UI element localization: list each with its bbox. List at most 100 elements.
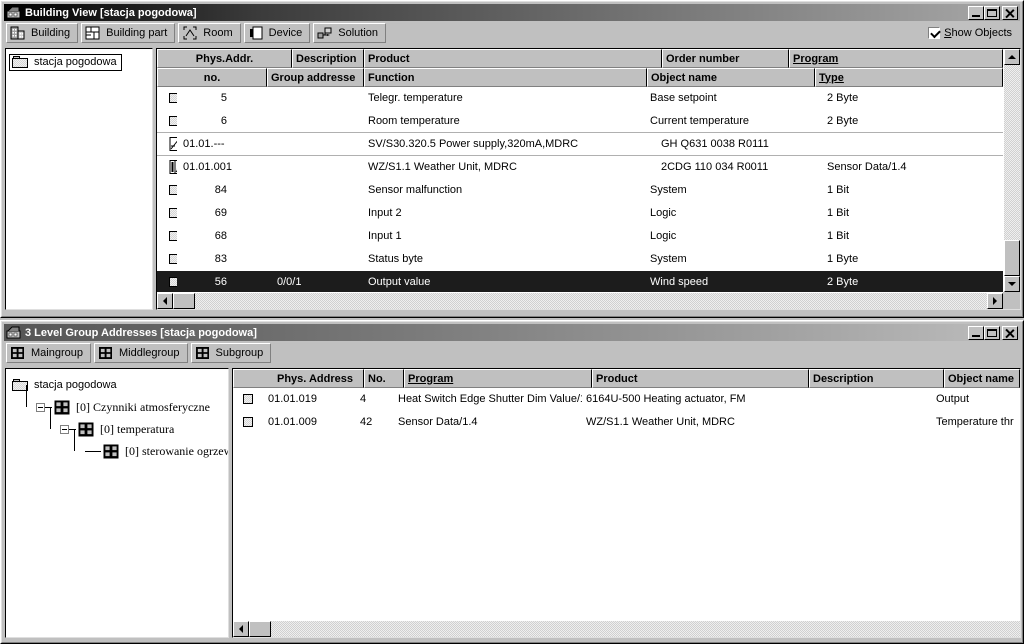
expander-icon[interactable] xyxy=(60,424,69,434)
minimize-button-2[interactable] xyxy=(968,325,984,340)
cell-group-address: 0/0/1 xyxy=(277,276,302,288)
window1-title-buttons[interactable] xyxy=(968,5,1018,20)
window1-tree-pane[interactable]: stacja pogodowa xyxy=(5,48,153,310)
header-no-2[interactable]: No. xyxy=(364,369,404,388)
subgroup-icon xyxy=(195,345,211,361)
cell-product: WZ/S1.1 Weather Unit, MDRC xyxy=(586,416,735,428)
building-view-icon xyxy=(6,6,22,20)
header-group-address[interactable]: Group addresse xyxy=(267,68,364,87)
toolbar-label-device: Device xyxy=(268,27,303,39)
window1-toolbar[interactable]: Building Building part Room Device Solut… xyxy=(4,21,1020,45)
building-view-window[interactable]: Building View [stacja pogodowa] Building… xyxy=(0,0,1024,318)
tree-item-root[interactable]: stacja pogodowa xyxy=(9,53,149,71)
header-type[interactable]: Type xyxy=(815,68,1003,87)
close-button[interactable] xyxy=(1002,5,1018,20)
cell-function: Input 1 xyxy=(368,230,402,242)
window1-titlebar[interactable]: Building View [stacja pogodowa] xyxy=(4,4,1020,21)
toolbar-button-building[interactable]: Building xyxy=(6,23,79,43)
cell-product: 6164U-500 Heating actuator, FM xyxy=(586,393,746,405)
window2-title-buttons[interactable] xyxy=(968,325,1018,340)
expander-icon[interactable] xyxy=(36,402,45,412)
header-program[interactable]: Program xyxy=(789,49,1003,68)
scroll-right-button[interactable] xyxy=(987,293,1003,309)
window2-toolbar[interactable]: Maingroup Middlegroup Subgroup xyxy=(4,341,1020,365)
window1-list-pane[interactable]: Phys.Addr. Description Product Order num… xyxy=(156,48,1021,310)
window2-horizontal-scrollbar[interactable] xyxy=(233,621,1020,637)
window1-horizontal-scrollbar[interactable] xyxy=(157,293,1003,309)
object-in-icon xyxy=(169,229,177,243)
window2-rows[interactable]: 01.01.019 4 Heat Switch Edge Shutter Dim V… xyxy=(233,388,1020,434)
close-button-2[interactable] xyxy=(1002,325,1018,340)
tree-item[interactable]: [0] temperatura xyxy=(8,418,226,440)
window1-vertical-scrollbar[interactable] xyxy=(1004,49,1020,292)
scroll-thumb-horizontal-2[interactable] xyxy=(249,621,271,637)
table-row[interactable]: 6 Room temperature Current temperature 2 By… xyxy=(157,110,1003,133)
tree-item[interactable]: stacja pogodowa xyxy=(8,374,226,396)
table-row[interactable]: 5 Telegr. temperature Base setpoint 2 Byte xyxy=(157,87,1003,110)
cell-group-address xyxy=(267,87,364,109)
header-program-2[interactable]: Program xyxy=(404,369,592,388)
header-order-number[interactable]: Order number xyxy=(662,49,789,68)
toolbar-button-room[interactable]: Room xyxy=(178,23,241,43)
toolbar-label-building-part: Building part xyxy=(106,27,168,39)
window2-tree-pane[interactable]: stacja pogodowa [0] Czynniki atmosferyczn… xyxy=(5,368,229,638)
toolbar-button-subgroup[interactable]: Subgroup xyxy=(190,343,272,363)
window2-list-pane[interactable]: Phys. Address No. Program Product Descri… xyxy=(232,368,1021,638)
header-product-2[interactable]: Product xyxy=(592,369,809,388)
table-row[interactable]: 69 Input 2 Logic 1 Bit xyxy=(157,202,1003,225)
toolbar-button-device[interactable]: Device xyxy=(243,23,311,43)
row-icon-cell: n xyxy=(157,156,177,178)
show-objects-control[interactable]: Show Objects xyxy=(928,27,1018,39)
maximize-button-2[interactable] xyxy=(984,325,1000,340)
tree-connector xyxy=(84,450,101,452)
table-row[interactable]: 83 Status byte System 1 Byte xyxy=(157,248,1003,271)
object-out-icon xyxy=(169,275,177,289)
scroll-thumb-horizontal[interactable] xyxy=(173,293,195,309)
header-phys-address-2[interactable]: Phys. Address xyxy=(233,369,364,388)
cell-object-name: 2CDG 110 034 R0011 xyxy=(661,161,769,173)
scroll-down-button[interactable] xyxy=(1004,276,1020,292)
toolbar-button-solution[interactable]: Solution xyxy=(313,23,387,43)
group-icon xyxy=(78,422,94,437)
table-row[interactable]: 56 0/0/1 Output value Wind speed 2 Byte xyxy=(157,271,1003,292)
group-addresses-window[interactable]: 3 Level Group Addresses [stacja pogodowa… xyxy=(0,320,1024,644)
table-row[interactable]: 01.01.019 4 Heat Switch Edge Shutter Dim V… xyxy=(233,388,1020,411)
toolbar-button-maingroup[interactable]: Maingroup xyxy=(6,343,91,363)
show-objects-label: Show Objects xyxy=(944,27,1012,39)
table-row[interactable]: 68 Input 1 Logic 1 Bit xyxy=(157,225,1003,248)
window1-rows[interactable]: 5 Telegr. temperature Base setpoint 2 Byte 6… xyxy=(157,87,1003,292)
tree-item[interactable]: [0] Czynniki atmosferyczne xyxy=(8,396,226,418)
toolbar-button-middlegroup[interactable]: Middlegroup xyxy=(93,343,188,363)
header-product[interactable]: Product xyxy=(364,49,662,68)
header-description-2[interactable]: Description xyxy=(809,369,944,388)
header-object-name[interactable]: Object name xyxy=(647,68,815,87)
window2-titlebar[interactable]: 3 Level Group Addresses [stacja pogodowa… xyxy=(4,324,1020,341)
table-row[interactable]: 01.01.009 42 Sensor Data/1.4 WZ/S1.1 Weathe… xyxy=(233,411,1020,434)
header-phys-addr[interactable]: Phys.Addr. xyxy=(157,49,292,68)
table-row[interactable]: 01.01.--- SV/S30.320.5 Power supply,320mA… xyxy=(157,133,1003,156)
minimize-button[interactable] xyxy=(968,5,984,20)
row-icon-cell xyxy=(157,248,177,270)
window2-header-row[interactable]: Phys. Address No. Program Product Descri… xyxy=(233,369,1020,388)
list-header-row-secondary[interactable]: no. Group addresse Function Object name … xyxy=(157,68,1003,87)
show-objects-checkbox[interactable] xyxy=(928,27,941,39)
header-description[interactable]: Description xyxy=(292,49,364,68)
cell-group-address xyxy=(267,133,364,155)
scroll-left-button[interactable] xyxy=(157,293,173,309)
scroll-thumb-vertical[interactable] xyxy=(1004,240,1020,276)
group-address-tree[interactable]: stacja pogodowa [0] Czynniki atmosferyczn… xyxy=(6,369,228,467)
scroll-up-button[interactable] xyxy=(1004,49,1020,65)
table-row[interactable]: n 01.01.001 WZ/S1.1 Weather Unit, MDRC 2CDG… xyxy=(157,156,1003,179)
table-row[interactable]: 84 Sensor malfunction System 1 Bit xyxy=(157,179,1003,202)
scroll-left-button-2[interactable] xyxy=(233,621,249,637)
header-function[interactable]: Function xyxy=(364,68,647,87)
header-object-name-2[interactable]: Object name xyxy=(944,369,1020,388)
tree-item[interactable]: [0] sterowanie ogrzewa xyxy=(8,440,229,462)
cell-type: 1 Bit xyxy=(827,184,850,196)
header-no[interactable]: no. xyxy=(157,68,267,87)
tree-item-label: [0] sterowanie ogrzewa xyxy=(125,443,229,458)
maximize-button[interactable] xyxy=(984,5,1000,20)
toolbar-button-building-part[interactable]: Building part xyxy=(81,23,176,43)
tree-root-selection[interactable]: stacja pogodowa xyxy=(9,53,122,71)
list-header-row-primary[interactable]: Phys.Addr. Description Product Order num… xyxy=(157,49,1003,68)
